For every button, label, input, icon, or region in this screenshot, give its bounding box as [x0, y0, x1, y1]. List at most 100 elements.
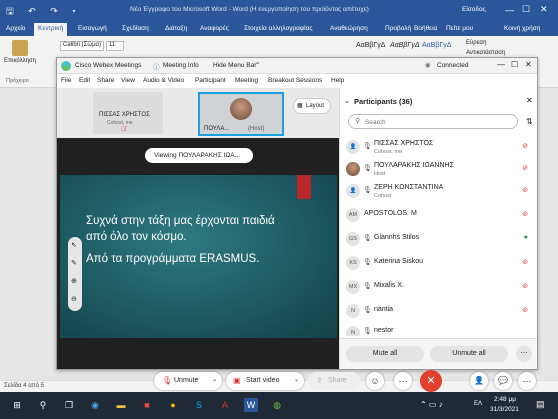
annotate-icon[interactable]: ✎	[71, 259, 77, 267]
minimize-icon[interactable]: —	[505, 5, 514, 15]
participant-row[interactable]: AM APOSTOLOS. M ⊘	[346, 204, 532, 226]
participant-row[interactable]: N 🎙 nantia ⊘	[346, 300, 532, 322]
font-size-select[interactable]: 11	[106, 41, 124, 51]
muted-icon[interactable]: ⊘	[522, 258, 528, 266]
hide-menu-bar-button[interactable]: Hide Menu Bar	[213, 62, 256, 69]
search-box[interactable]: ⚲	[348, 114, 518, 129]
tab-file[interactable]: Αρχείο	[6, 25, 25, 32]
tab-mailings[interactable]: Στοιχεία αλληλογραφίας	[244, 25, 312, 32]
font-name-select[interactable]: Calibri (Σώμα)	[60, 41, 104, 51]
share-button[interactable]: Κοινή χρήση	[504, 25, 540, 32]
muted-icon[interactable]: ⊘	[522, 282, 528, 290]
style-no-spacing[interactable]: ΑαΒβΓγΔ	[390, 42, 420, 49]
zoom-out-icon[interactable]: ⊖	[71, 295, 77, 303]
chevron-down-icon[interactable]: ⌄	[294, 376, 299, 383]
style-normal[interactable]: ΑαΒβΓγΔ	[356, 42, 385, 49]
task-view-icon[interactable]: ❐	[62, 398, 76, 412]
notifications-icon[interactable]: ▤	[536, 399, 545, 410]
menu-share[interactable]: Share	[97, 77, 114, 84]
muted-icon[interactable]: ⊘	[522, 142, 528, 150]
word-taskbar-icon[interactable]: W	[244, 398, 258, 412]
find-button[interactable]: Εύρεση	[466, 40, 486, 46]
clock-time[interactable]: 2:48 μμ	[494, 396, 516, 403]
tab-review[interactable]: Αναθεώρηση	[330, 25, 368, 32]
participant-row[interactable]: 👤 🎙 ΖΕΡΗ ΚΩΝΣΤΑΝΤΙΝΑ Cohost ⊘	[346, 180, 532, 202]
chrome-icon[interactable]: ●	[166, 398, 180, 412]
language-indicator[interactable]: ΕΛ	[474, 401, 482, 407]
chevron-down-icon[interactable]: ⌄	[212, 376, 217, 383]
style-heading[interactable]: ΑαΒβΓγΔ	[422, 42, 451, 49]
layout-button[interactable]: ▦ Layout	[293, 98, 331, 114]
tell-me-search[interactable]: Πείτε μου	[446, 25, 473, 32]
participant-row[interactable]: N 🎙 nestor	[346, 324, 532, 336]
close-panel-icon[interactable]: ✕	[526, 96, 533, 105]
unmute-button[interactable]: 🎙 Unmute ⌄	[154, 372, 222, 390]
skype-icon[interactable]: S	[192, 398, 206, 412]
more-options-icon[interactable]: ⋯	[516, 346, 532, 362]
menu-breakout-sessions[interactable]: Breakout Sessions	[268, 77, 322, 84]
meeting-info-button[interactable]: Meeting Info	[163, 62, 199, 69]
mic-on-icon[interactable]: ●	[524, 234, 528, 241]
muted-icon[interactable]: ⊘	[522, 306, 528, 314]
replace-button[interactable]: Αντικατάσταση	[466, 50, 505, 56]
tab-layout[interactable]: Διάταξη	[165, 25, 187, 32]
windows-start-icon[interactable]: ⊞	[10, 398, 24, 412]
muted-icon[interactable]: ⊘	[522, 164, 528, 172]
close-icon[interactable]: ✕	[525, 60, 532, 69]
tab-references[interactable]: Αναφορές	[200, 25, 229, 32]
menu-audio-video[interactable]: Audio & Video	[143, 77, 184, 84]
leave-meeting-icon[interactable]: ✕	[420, 370, 442, 392]
menu-edit[interactable]: Edit	[79, 77, 90, 84]
participant-row[interactable]: 🎙 ΠΟΥΛΑΡΑΚΗΣ ΙΩΑΝΝΗΣ Host ⊘	[346, 158, 532, 180]
start-video-button[interactable]: ▣ Start video ⌄	[226, 372, 304, 390]
participant-row[interactable]: 👤 🎙 ΠΙΣΣΑΣ ΧΡΗΣΤΟΣ Cohost, me ⊘	[346, 136, 532, 158]
quick-access-toolbar[interactable]: 🖫 ↶ ↷ ▾	[6, 4, 82, 20]
more-icon[interactable]: ⋯	[394, 372, 412, 390]
chevron-down-icon[interactable]: ⌄	[344, 97, 350, 105]
webex-taskbar-icon[interactable]: ◍	[270, 398, 284, 412]
reactions-icon[interactable]: ☺	[366, 372, 384, 390]
tab-help[interactable]: Βοήθεια	[414, 25, 437, 32]
minimize-icon[interactable]: —	[497, 60, 505, 69]
video-thumbnail-self[interactable]: ΠΙΣΣΑΣ ΧΡΗΣΤΟΣ Cohost, me 🎙̸	[93, 92, 163, 134]
search-input[interactable]	[365, 117, 513, 127]
edge-icon[interactable]: ◉	[88, 398, 102, 412]
signin-link[interactable]: Είσοδος	[462, 6, 486, 13]
tray-icons[interactable]: ⌃ ▭ ♪	[420, 400, 443, 409]
maximize-icon[interactable]: ☐	[511, 60, 518, 69]
tab-design[interactable]: Σχεδίαση	[122, 25, 149, 32]
paste-button[interactable]: Επικόλληση	[4, 58, 36, 64]
menu-file[interactable]: File	[61, 77, 71, 84]
tab-insert[interactable]: Εισαγωγή	[78, 25, 107, 32]
menu-meeting[interactable]: Meeting	[235, 77, 258, 84]
pointer-icon[interactable]: ⇖	[71, 241, 77, 249]
participants-icon[interactable]: 👤	[470, 372, 488, 390]
close-icon[interactable]: ✕	[540, 4, 548, 15]
acrobat-icon[interactable]: A	[218, 398, 232, 412]
menu-participant[interactable]: Participant	[195, 77, 226, 84]
share-button[interactable]: ⇪ Share	[308, 372, 360, 390]
search-icon[interactable]: ⚲	[36, 398, 50, 412]
mute-all-button[interactable]: Mute all	[346, 346, 424, 362]
zoom-in-icon[interactable]: ⊕	[71, 277, 77, 285]
paste-icon[interactable]	[12, 40, 28, 56]
participant-row[interactable]: MX 🎙 Mixalis X. ⊘	[346, 276, 532, 298]
office-icon[interactable]: ■	[140, 398, 154, 412]
unmute-all-button[interactable]: Unmute all	[430, 346, 508, 362]
maximize-icon[interactable]: ☐	[522, 4, 530, 15]
muted-icon[interactable]: ⊘	[522, 210, 528, 218]
menu-help[interactable]: Help	[331, 77, 344, 84]
participant-row[interactable]: KS 🎙 Katerina Siskou ⊘	[346, 252, 532, 274]
more-panels-icon[interactable]: ⋯	[518, 372, 536, 390]
muted-icon[interactable]: ⊘	[522, 186, 528, 194]
participant-row[interactable]: GS 🎙 Giannhs Stilos ●	[346, 228, 532, 250]
menu-view[interactable]: View	[121, 77, 135, 84]
file-explorer-icon[interactable]: ▬	[114, 398, 128, 412]
chat-icon[interactable]: 💬	[494, 372, 512, 390]
video-thumbnail-host[interactable]: ΠΟΥΛΑ... (Host)	[198, 92, 284, 136]
sort-icon[interactable]: ⇅	[526, 117, 533, 126]
tab-home[interactable]: Κεντρική	[34, 23, 68, 36]
clock-date[interactable]: 31/3/2021	[490, 406, 519, 413]
chevron-up-icon[interactable]: ⌃	[255, 61, 260, 69]
tab-view[interactable]: Προβολή	[385, 25, 411, 32]
